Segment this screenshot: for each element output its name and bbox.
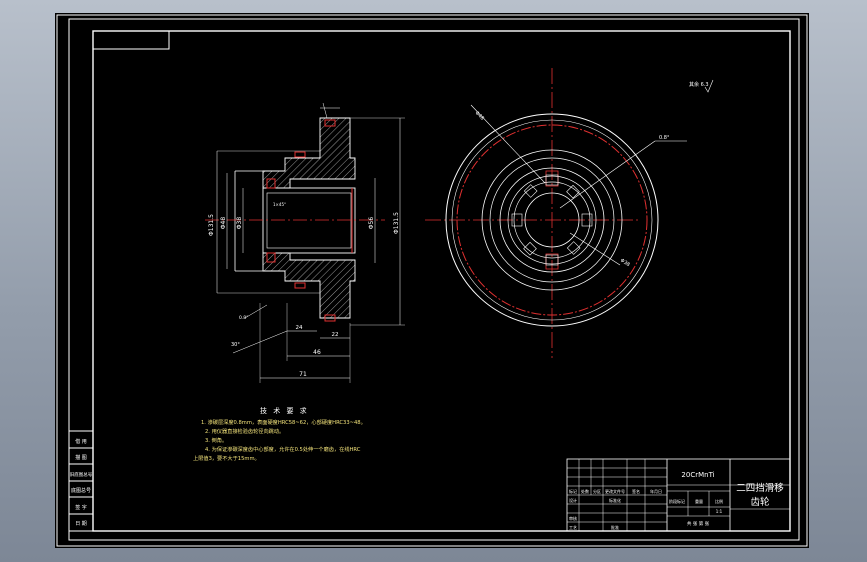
- title-block: [566, 458, 791, 532]
- dim-text: Φ38: [619, 258, 631, 269]
- sheet-outer-border: [56, 14, 808, 547]
- tech-title: 技 术 要 求: [260, 406, 309, 415]
- side-label: 描 图: [75, 454, 87, 461]
- section-view: Φ131.5 Φ48 Φ38 Φ56 Φ131.5 71 46 22 24 1×…: [205, 102, 405, 383]
- dim-text: 30°: [231, 342, 240, 348]
- tb-label: 分区: [593, 488, 601, 494]
- material-text: 20CrMnTi: [681, 471, 714, 479]
- dim-text: 0.8°: [659, 135, 670, 141]
- side-label-column: 借 用 描 图 旧底图总号 底图总号 签 字 日 期: [68, 430, 94, 532]
- part-name-2: 齿轮: [750, 496, 770, 508]
- dim-text: Φ48: [220, 217, 227, 230]
- tb-label: 签名: [632, 488, 640, 494]
- tb-label: 处数: [581, 488, 589, 494]
- side-label: 底图总号: [71, 487, 91, 494]
- cad-viewport[interactable]: 借 用 描 图 旧底图总号 底图总号 签 字 日 期 Φ131.5 Φ48 Φ3…: [55, 13, 809, 548]
- dim-text: 22: [332, 332, 339, 338]
- surface-roughness-note: 其余 6.3: [689, 79, 714, 93]
- side-label: 签 字: [75, 504, 87, 511]
- tech-line: 2. 用仪器直接检验齿轮径向跳动。: [205, 427, 284, 435]
- technical-requirements: 技 术 要 求 1. 渗碳层深度0.8mm，表面硬度HRC58~62，心部硬度H…: [193, 406, 366, 462]
- dim-text: 24: [296, 325, 303, 331]
- code-box: [92, 30, 170, 50]
- dim-text: 71: [299, 371, 307, 378]
- part-name-1: 二四挡滑移: [736, 482, 784, 494]
- dim-text: 46: [313, 349, 321, 356]
- side-label: 旧底图总号: [70, 471, 93, 478]
- side-label: 日 期: [75, 521, 87, 527]
- tb-label: 年月日: [650, 488, 662, 494]
- dim-text: Φ48: [474, 110, 486, 122]
- tb-label: 标记: [569, 488, 577, 494]
- tb-label: 设计: [569, 497, 577, 503]
- sheet-inner-border: [68, 18, 800, 541]
- tech-line: 1. 渗碳层深度0.8mm，表面硬度HRC58~62，心部硬度HRC33~48。: [201, 418, 366, 426]
- tb-label: 重量: [695, 498, 703, 504]
- tb-label: 更改文件号: [605, 488, 625, 494]
- drawing-canvas: 借 用 描 图 旧底图总号 底图总号 签 字 日 期 Φ131.5 Φ48 Φ3…: [56, 14, 808, 547]
- tb-label: 阶段标记: [669, 498, 685, 504]
- tb-label: 批准: [611, 524, 619, 530]
- tech-line: 3. 倒角。: [205, 436, 227, 444]
- dim-text: 0.8°: [239, 315, 248, 321]
- tb-label: 工艺: [569, 525, 577, 530]
- tb-label: 标准化: [609, 497, 621, 503]
- dim-text: Φ131.5: [393, 212, 400, 234]
- tb-scale: 1:1: [716, 509, 723, 514]
- tb-sheet: 共 张 第 张: [687, 520, 710, 527]
- tech-line: 4. 为保证渗碳深度齿中心部度，允许在0.5处伸一个磨齿，在线HRC: [205, 445, 361, 453]
- tb-label: 审核: [569, 515, 577, 521]
- tb-label: 比例: [715, 498, 723, 504]
- tech-line: 上限值3，要不大于15mm。: [193, 454, 260, 462]
- end-view: 0.8° Φ48 Φ38: [425, 68, 687, 358]
- title-block-text: 20CrMnTi 二四挡滑移 齿轮 标记 处数 分区 更改文件号 签名 年月日 …: [569, 471, 784, 530]
- surface-note: 其余 6.3: [689, 81, 709, 88]
- dim-text: Φ131.5: [208, 214, 215, 236]
- side-label: 借 用: [75, 438, 87, 445]
- dim-text: Φ56: [368, 217, 375, 230]
- dim-text: Φ38: [236, 217, 243, 230]
- dim-text: 1×45°: [273, 202, 286, 207]
